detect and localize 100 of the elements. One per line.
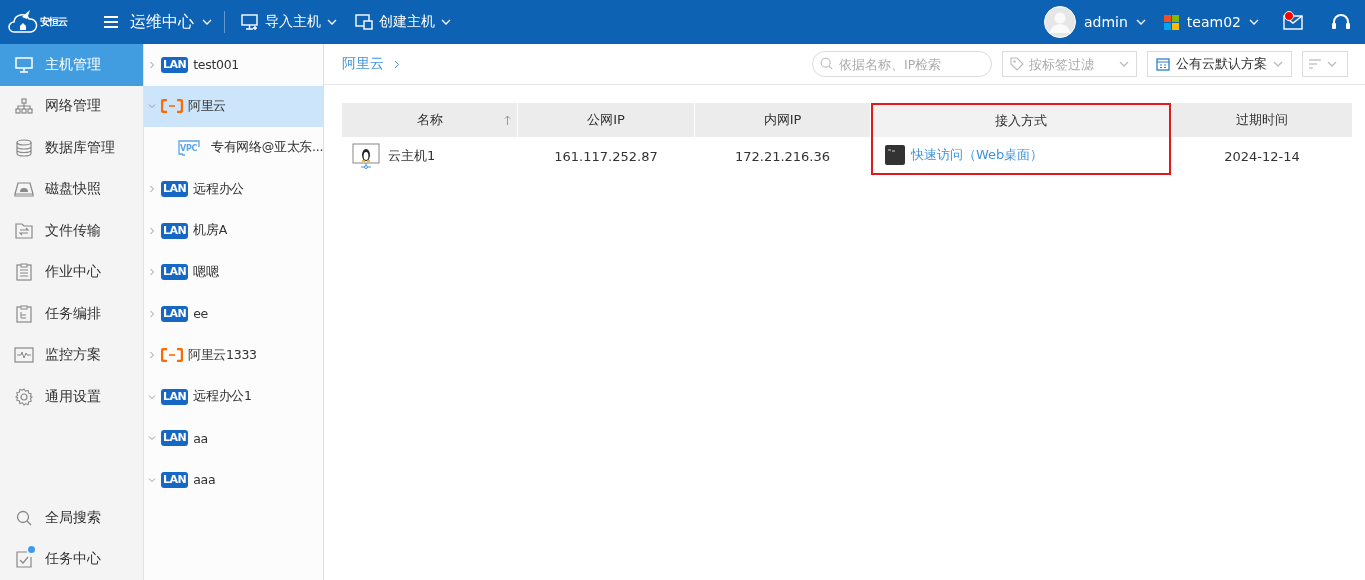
import-host-button[interactable]: 导入主机 [241,13,337,31]
sort-lines-icon [1309,59,1321,69]
chevron-down-icon [441,19,451,25]
cloud-logo-icon [8,9,38,35]
lan-badge: LAN [161,222,189,239]
chevron-right-icon[interactable] [148,60,156,69]
chevron-down-icon [1327,61,1337,67]
chevron-down-icon [1249,19,1259,25]
column-header[interactable]: 内网IP [695,103,870,137]
tree-item[interactable]: LAN 远程办公 [144,168,323,210]
module-title[interactable]: 运维中心 [130,11,194,33]
tree-item[interactable]: 阿里云 [144,85,323,127]
sidebar-item[interactable]: 任务中心 [0,538,143,580]
monitor-icon [15,56,33,73]
calendar-icon [1156,57,1170,71]
column-header[interactable]: 过期时间 [1172,103,1352,137]
table-cell-text: 161.117.252.87 [553,147,659,166]
chevron-right-icon[interactable] [148,309,156,318]
tree-item[interactable]: LAN aa [144,417,323,459]
scheme-dropdown[interactable]: 公有云默认方案 [1147,51,1292,77]
monitor-icon [178,139,200,156]
sidebar-item[interactable]: 网络管理 [0,85,143,127]
tree-item[interactable]: 阿里云1333 [144,334,323,376]
monitor-plus-icon [241,14,259,30]
sidebar-item[interactable]: 文件传输 [0,210,143,252]
chevron-down-icon [327,19,337,25]
chevron-right-icon[interactable] [148,226,156,235]
clipboard-flow-icon [16,304,32,323]
sidebar-item[interactable]: 全局搜索 [0,497,143,539]
search-icon [16,509,32,526]
checklist-icon [15,550,33,569]
tree-label: test001 [193,57,239,73]
column-header[interactable]: 接入方式 [871,103,1171,137]
tree-item[interactable]: LAN 机房A [144,210,323,252]
penguin-monitor-icon [352,143,380,169]
tree-label: 阿里云1333 [188,346,257,364]
avatar-icon[interactable] [1044,6,1076,38]
vpc-tag: VPC [180,144,198,153]
chevron-down-icon [202,19,212,25]
lan-badge: LAN [161,264,189,281]
team-name[interactable]: team02 [1186,14,1241,30]
lan-badge: LAN [161,56,189,73]
search-field[interactable]: 依据名称、IP检索 [812,51,992,77]
clipboard-icon [16,263,32,282]
sort-button[interactable] [1302,51,1348,77]
sidebar-item[interactable]: 数据库管理 [0,127,143,169]
tag-icon [1010,57,1024,71]
sidebar-item[interactable]: 监控方案 [0,334,143,376]
mail-icon[interactable] [1283,14,1303,30]
tree-item[interactable]: LAN ee [144,293,323,335]
chevron-right-icon[interactable] [148,268,156,277]
sidebar-item[interactable]: 作业中心 [0,251,143,293]
sidebar-item[interactable]: 任务编排 [0,293,143,335]
chevron-right-icon [394,59,400,69]
tree-label: 机房A [193,222,227,240]
sidebar-item[interactable]: 磁盘快照 [0,168,143,210]
folder-transfer-icon [15,222,33,239]
disk-icon [14,181,34,198]
chevron-down-icon [1135,19,1146,25]
create-host-button[interactable]: 创建主机 [355,13,451,31]
lan-badge: LAN [161,305,189,322]
tree-item[interactable]: LAN 嗯嗯 [144,251,323,293]
bracket-logo-icon [161,348,183,363]
settings-icon [15,387,33,406]
four-squares-icon [1163,14,1179,30]
pulse-chart-icon [14,347,34,364]
tree-item[interactable]: LAN 远程办公1 [144,376,323,418]
chevron-down-icon[interactable] [148,475,156,484]
sidebar-item[interactable]: 通用设置 [0,376,143,418]
chevron-down-icon [1273,61,1283,67]
tree-item[interactable]: LAN test001 [144,44,323,86]
user-name[interactable]: admin [1084,14,1128,30]
tree-label: 远程办公1 [193,388,252,406]
terminal-icon [885,145,905,165]
host-name: 云主机1 [388,147,436,165]
tree-label: aaa [193,472,216,488]
chevron-right-icon[interactable] [148,351,156,360]
chevron-down-icon[interactable] [148,392,156,401]
tree-label: 嗯嗯 [193,263,219,281]
column-header[interactable]: 名称 [342,103,517,137]
table-cell-text: 2024-12-14 [1223,147,1301,166]
chevron-down-icon[interactable] [148,434,156,443]
lan-badge: LAN [161,471,189,488]
chevron-right-icon[interactable] [148,185,156,194]
tree-item[interactable]: VPC 专有网络@亚太东... [144,127,323,169]
lan-badge: LAN [161,430,189,447]
database-icon [15,138,33,157]
tree-label: ee [193,306,208,322]
tree-label: 远程办公 [193,180,245,198]
bracket-logo-icon [161,99,183,114]
tree-item[interactable]: LAN aaa [144,459,323,501]
network-icon [15,98,33,115]
menu-icon[interactable] [104,16,118,28]
chevron-down-icon[interactable] [148,102,156,111]
headset-icon[interactable] [1331,13,1351,31]
tree-label: aa [193,430,208,446]
chevron-down-icon [1119,61,1129,67]
tag-filter-field[interactable]: 按标签过滤 [1002,51,1137,77]
search-icon [820,57,833,70]
column-header[interactable]: 公网IP [518,103,694,137]
